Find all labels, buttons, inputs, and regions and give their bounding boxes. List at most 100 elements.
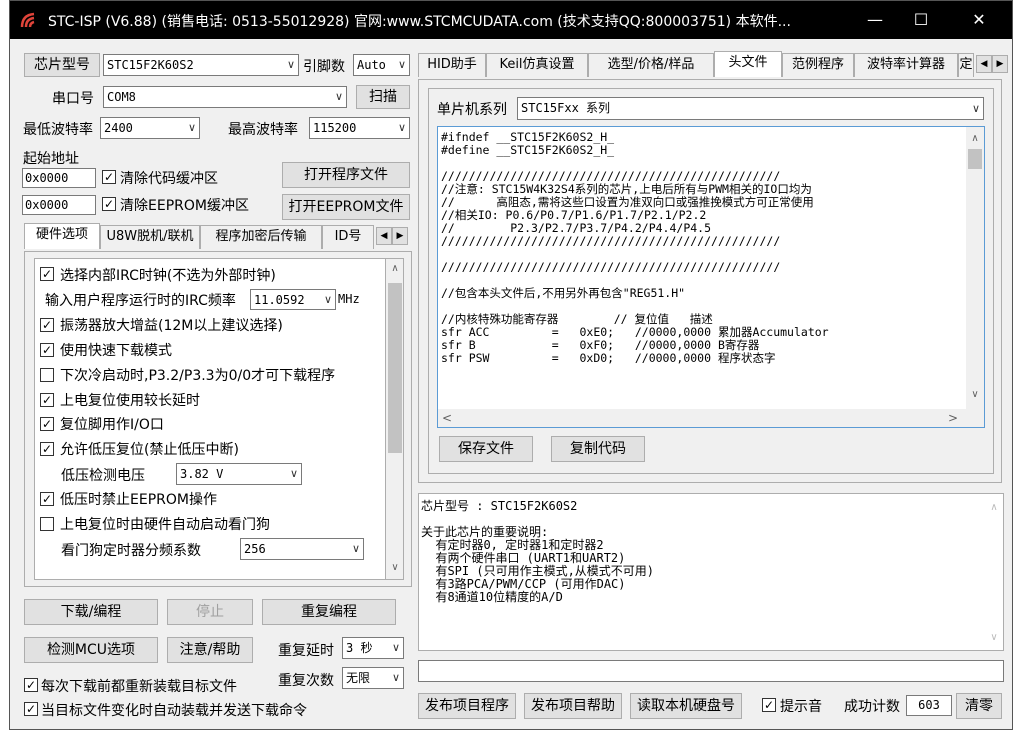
title-bar[interactable]: STC-ISP (V6.88) (销售电话: 0513-55012928) 官网… xyxy=(10,1,1012,39)
low-voltage-label: 低压检测电压 xyxy=(61,468,145,484)
cold-start-checkbox[interactable] xyxy=(40,368,54,382)
reset-io-checkbox[interactable]: ✓ xyxy=(40,417,54,431)
scroll-up-icon[interactable]: ∧ xyxy=(386,263,404,274)
beep-checkbox[interactable]: ✓ xyxy=(762,698,776,712)
scrollbar-thumb[interactable] xyxy=(388,283,402,453)
save-file-button[interactable]: 保存文件 xyxy=(439,436,533,462)
start-address-input[interactable]: 0x0000 xyxy=(22,168,96,188)
fast-download-checkbox[interactable]: ✓ xyxy=(40,343,54,357)
right-tab-scroll-left-button[interactable]: ◀ xyxy=(976,55,992,73)
tab-baud-calc[interactable]: 波特率计算器 xyxy=(854,53,958,77)
lv-eeprom-checkbox[interactable]: ✓ xyxy=(40,492,54,506)
tab-scroll-left-button[interactable]: ◀ xyxy=(376,227,392,245)
wdt-auto-checkbox[interactable] xyxy=(40,517,54,531)
clear-eeprom-checkbox[interactable]: ✓ xyxy=(102,197,116,211)
window-title: STC-ISP (V6.88) (销售电话: 0513-55012928) 官网… xyxy=(48,14,791,30)
app-logo-icon xyxy=(20,12,35,28)
clear-code-checkbox[interactable]: ✓ xyxy=(102,170,116,184)
code-line: sfr PSW = 0xD0; //0000,0000 程序状态字 xyxy=(441,351,776,365)
irc-freq-select[interactable]: 11.0592 ∨ xyxy=(250,289,336,310)
tab-example[interactable]: 范例程序 xyxy=(782,53,854,77)
info-line: 有8通道10位精度的A/D xyxy=(421,590,563,604)
download-button[interactable]: 下载/编程 xyxy=(24,599,158,625)
right-tab-strip: HID助手 Keil仿真设置 选型/价格/样品 头文件 范例程序 波特率计算器 … xyxy=(418,51,1010,79)
help-button[interactable]: 注意/帮助 xyxy=(167,637,253,663)
scroll-up-icon[interactable]: ∧ xyxy=(987,502,1001,513)
port-select[interactable]: COM8 ∨ xyxy=(103,86,347,108)
scroll-right-icon[interactable]: > xyxy=(946,411,960,425)
publish-project-button[interactable]: 发布项目程序 xyxy=(418,693,516,719)
scan-button[interactable]: 扫描 xyxy=(356,85,410,109)
status-input[interactable] xyxy=(418,660,1004,682)
maximize-button[interactable]: ☐ xyxy=(898,1,944,39)
chevron-down-icon: ∨ xyxy=(971,102,980,115)
tab-hid[interactable]: HID助手 xyxy=(418,53,486,77)
auto-load-checkbox[interactable]: ✓ xyxy=(24,702,38,716)
tab-encrypted-transfer[interactable]: 程序加密后传输 xyxy=(200,225,322,249)
tab-u8w[interactable]: U8W脱机/联机 xyxy=(100,225,200,249)
series-label: 单片机系列 xyxy=(437,102,507,118)
detect-mcu-button[interactable]: 检测MCU选项 xyxy=(24,637,158,663)
reprogram-button[interactable]: 重复编程 xyxy=(262,599,396,625)
repeat-delay-label: 重复延时 xyxy=(278,643,334,659)
tab-hardware-options[interactable]: 硬件选项 xyxy=(24,223,100,249)
success-count-field: 603 xyxy=(906,695,952,716)
minimize-button[interactable]: — xyxy=(852,1,898,39)
lv-eeprom-label: 低压时禁止EEPROM操作 xyxy=(60,492,217,508)
irc-clock-label: 选择内部IRC时钟(不选为外部时钟) xyxy=(60,268,276,284)
tab-id[interactable]: ID号 xyxy=(322,225,374,249)
tab-selection-price[interactable]: 选型/价格/样品 xyxy=(588,53,714,77)
power-delay-checkbox[interactable]: ✓ xyxy=(40,393,54,407)
code-vertical-scrollbar[interactable]: ∧ ∨ xyxy=(966,127,984,409)
close-button[interactable]: ✕ xyxy=(956,1,1002,39)
scroll-up-icon[interactable]: ∧ xyxy=(966,133,984,144)
hardware-options-panel: ∧ ∨ ✓ 选择内部IRC时钟(不选为外部时钟) 输入用户程序运行时的IRC频率… xyxy=(24,251,412,587)
tab-timer[interactable]: 定 xyxy=(958,53,974,77)
chip-info-box[interactable]: 芯片型号 : STC15F2K60S2 关于此芯片的重要说明: 有定时器0, 定… xyxy=(418,493,1004,651)
right-tab-scroll-right-button[interactable]: ▶ xyxy=(992,55,1008,73)
code-horizontal-scrollbar[interactable]: < > xyxy=(438,409,984,427)
scroll-left-icon[interactable]: < xyxy=(440,411,454,425)
chevron-down-icon: ∨ xyxy=(286,58,295,71)
tab-keil[interactable]: Keil仿真设置 xyxy=(486,53,588,77)
read-disk-id-button[interactable]: 读取本机硬盘号 xyxy=(630,693,742,719)
low-voltage-select[interactable]: 3.82 V ∨ xyxy=(176,463,302,485)
max-baud-select[interactable]: 115200 ∨ xyxy=(309,117,410,139)
success-count-label: 成功计数 xyxy=(844,699,900,715)
cold-start-label: 下次冷启动时,P3.2/P3.3为0/0才可下载程序 xyxy=(60,368,336,384)
wdt-div-select[interactable]: 256 ∨ xyxy=(240,538,364,560)
reload-label: 每次下载前都重新装载目标文件 xyxy=(41,679,237,695)
chip-type-select[interactable]: STC15F2K60S2 ∨ xyxy=(103,54,299,76)
min-baud-label: 最低波特率 xyxy=(23,122,93,138)
lvr-checkbox[interactable]: ✓ xyxy=(40,442,54,456)
eeprom-address-input[interactable]: 0x0000 xyxy=(22,195,96,215)
reload-checkbox[interactable]: ✓ xyxy=(24,678,38,692)
scroll-down-icon[interactable]: ∨ xyxy=(966,389,984,400)
repeat-count-select[interactable]: 无限 ∨ xyxy=(342,667,404,689)
scroll-down-icon[interactable]: ∨ xyxy=(987,632,1001,643)
code-viewer[interactable]: #ifndef __STC15F2K60S2_H_ #define __STC15… xyxy=(437,126,985,428)
options-scrollbar[interactable]: ∧ ∨ xyxy=(386,258,404,580)
chip-type-button[interactable]: 芯片型号 xyxy=(24,53,100,77)
tab-scroll-right-button[interactable]: ▶ xyxy=(392,227,408,245)
pins-select[interactable]: Auto ∨ xyxy=(353,54,410,76)
series-select[interactable]: STC15Fxx 系列 ∨ xyxy=(517,97,984,120)
clear-code-label: 清除代码缓冲区 xyxy=(120,171,218,187)
open-eeprom-button[interactable]: 打开EEPROM文件 xyxy=(282,194,410,220)
clear-count-button[interactable]: 清零 xyxy=(956,693,1002,719)
irc-clock-checkbox[interactable]: ✓ xyxy=(40,267,54,281)
beep-label: 提示音 xyxy=(780,699,822,715)
scrollbar-thumb[interactable] xyxy=(968,149,982,169)
publish-help-button[interactable]: 发布项目帮助 xyxy=(524,693,622,719)
power-delay-label: 上电复位使用较长延时 xyxy=(60,393,200,409)
min-baud-select[interactable]: 2400 ∨ xyxy=(100,117,200,139)
scroll-down-icon[interactable]: ∨ xyxy=(386,562,404,573)
copy-code-button[interactable]: 复制代码 xyxy=(551,436,645,462)
osc-gain-checkbox[interactable]: ✓ xyxy=(40,318,54,332)
open-program-button[interactable]: 打开程序文件 xyxy=(282,162,410,188)
tab-header-file[interactable]: 头文件 xyxy=(714,51,782,77)
chevron-down-icon: ∨ xyxy=(391,641,400,654)
repeat-delay-select[interactable]: 3 秒 ∨ xyxy=(342,637,404,659)
stop-button[interactable]: 停止 xyxy=(167,599,253,625)
max-baud-label: 最高波特率 xyxy=(228,122,298,138)
